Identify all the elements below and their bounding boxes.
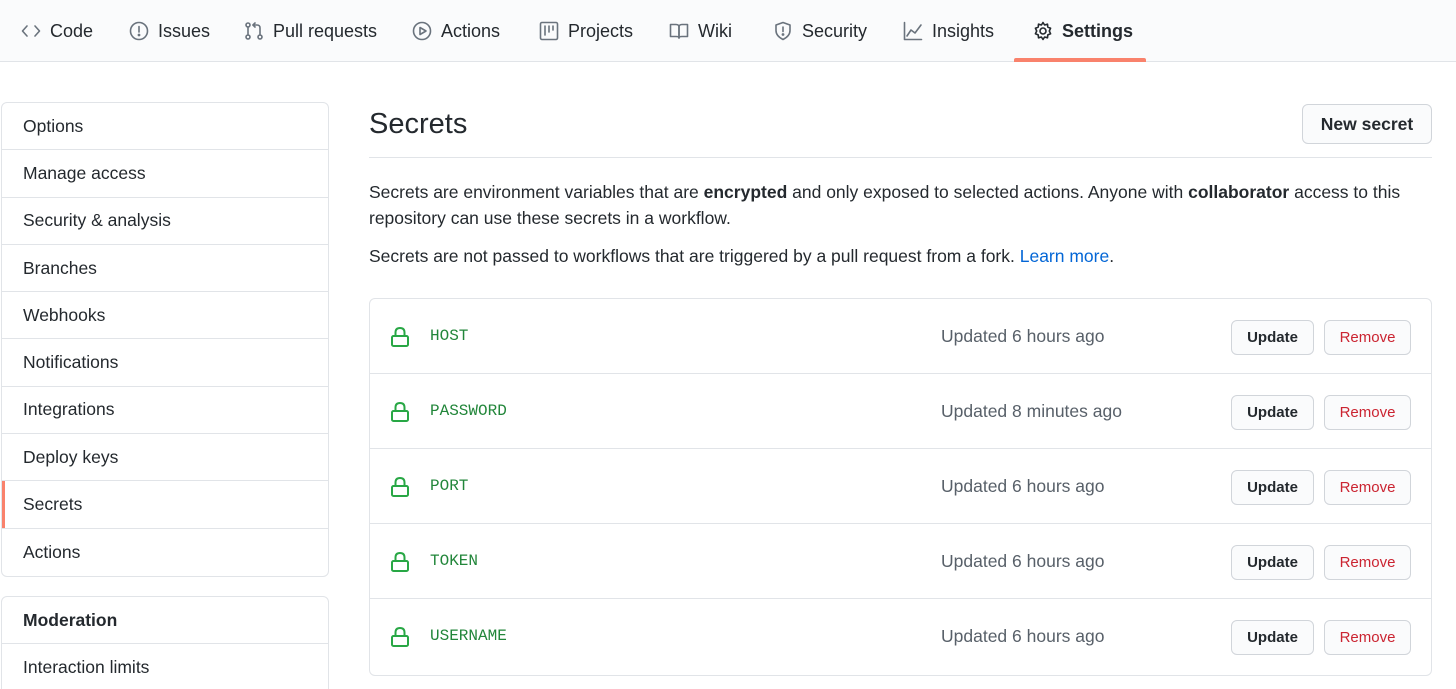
lock-icon xyxy=(390,476,410,498)
tab-wiki-label: Wiki xyxy=(698,20,732,41)
sidebar-item-secrets[interactable]: Secrets xyxy=(2,481,328,529)
tab-projects-label: Projects xyxy=(568,20,634,41)
secret-row: USERNAME Updated 6 hours ago Update Remo… xyxy=(370,599,1431,674)
moderation-heading: Moderation xyxy=(2,597,328,644)
play-icon xyxy=(412,21,432,41)
issue-opened-icon xyxy=(129,21,149,41)
tab-issues[interactable]: Issues xyxy=(129,0,210,62)
tab-security[interactable]: Security xyxy=(773,0,867,62)
lock-icon xyxy=(390,626,410,648)
tab-pull-requests[interactable]: Pull requests xyxy=(244,0,377,62)
description-emphasis-collaborator: collaborator xyxy=(1188,182,1290,202)
description-text: and only exposed to selected actions. An… xyxy=(787,182,1189,202)
secret-row: PASSWORD Updated 8 minutes ago Update Re… xyxy=(370,374,1431,449)
secret-row: PORT Updated 6 hours ago Update Remove xyxy=(370,449,1431,524)
tab-settings[interactable]: Settings xyxy=(1033,0,1133,62)
secret-name: PORT xyxy=(430,477,469,495)
fork-note-period: . xyxy=(1109,246,1115,266)
sidebar-item-label: Webhooks xyxy=(23,304,106,325)
sidebar-item-notifications[interactable]: Notifications xyxy=(2,339,328,387)
secret-updated: Updated 6 hours ago xyxy=(941,626,1105,646)
tab-pull-requests-label: Pull requests xyxy=(273,20,378,41)
secret-name: PASSWORD xyxy=(430,402,507,420)
fork-note: Secrets are not passed to workflows that… xyxy=(369,243,1429,269)
sidebar-item-branches[interactable]: Branches xyxy=(2,245,328,293)
sidebar-item-label: Options xyxy=(23,115,84,136)
description-text: Secrets are environment variables that a… xyxy=(369,182,704,202)
sidebar-item-label: Interaction limits xyxy=(23,657,150,678)
tab-actions-label: Actions xyxy=(441,20,501,41)
code-icon xyxy=(21,25,41,37)
secret-name: TOKEN xyxy=(430,552,479,570)
tab-projects[interactable]: Projects xyxy=(539,0,633,62)
sidebar-item-label: Deploy keys xyxy=(23,446,119,467)
tab-issues-label: Issues xyxy=(158,20,211,41)
tab-actions[interactable]: Actions xyxy=(412,0,500,62)
secret-row: TOKEN Updated 6 hours ago Update Remove xyxy=(370,524,1431,599)
active-tab-indicator xyxy=(1014,58,1146,62)
remove-button[interactable]: Remove xyxy=(1324,395,1411,430)
secret-updated: Updated 6 hours ago xyxy=(941,326,1105,346)
sidebar-item-label: Secrets xyxy=(23,494,83,515)
lock-icon xyxy=(390,551,410,573)
sidebar-item-label: Actions xyxy=(23,541,81,562)
graph-icon xyxy=(903,21,923,41)
repo-nav: Code Issues Pull requests Actions Projec… xyxy=(0,0,1456,62)
gear-icon xyxy=(1034,21,1052,41)
remove-button[interactable]: Remove xyxy=(1324,470,1411,505)
sidebar-item-manage-access[interactable]: Manage access xyxy=(2,150,328,198)
sidebar-item-security-analysis[interactable]: Security & analysis xyxy=(2,198,328,245)
page-title: Secrets xyxy=(369,108,468,140)
settings-menu: Options Manage access Security & analysi… xyxy=(1,102,329,577)
description-emphasis-encrypted: encrypted xyxy=(703,182,788,202)
sidebar-item-interaction-limits[interactable]: Interaction limits xyxy=(2,644,328,689)
secrets-description: Secrets are environment variables that a… xyxy=(369,179,1429,231)
tab-settings-label: Settings xyxy=(1062,20,1134,41)
update-button[interactable]: Update xyxy=(1231,545,1314,580)
sidebar-item-label: Manage access xyxy=(23,162,146,183)
sidebar-item-label: Branches xyxy=(23,257,97,278)
fork-note-text: Secrets are not passed to workflows that… xyxy=(369,246,1020,266)
lock-icon xyxy=(390,401,410,423)
sidebar-item-integrations[interactable]: Integrations xyxy=(2,387,328,435)
update-button[interactable]: Update xyxy=(1231,470,1314,505)
learn-more-link[interactable]: Learn more xyxy=(1020,246,1110,266)
lock-icon xyxy=(390,326,410,348)
shield-icon xyxy=(775,21,791,41)
tab-wiki[interactable]: Wiki xyxy=(669,0,732,62)
tab-insights[interactable]: Insights xyxy=(903,0,994,62)
update-button[interactable]: Update xyxy=(1231,620,1314,655)
book-icon xyxy=(669,23,689,39)
sidebar-item-deploy-keys[interactable]: Deploy keys xyxy=(2,434,328,482)
sidebar-item-label: Notifications xyxy=(23,352,119,373)
remove-button[interactable]: Remove xyxy=(1324,320,1411,355)
new-secret-button[interactable]: New secret xyxy=(1302,104,1432,144)
secrets-list: HOST Updated 6 hours ago Update Remove P… xyxy=(369,298,1432,676)
secret-updated: Updated 8 minutes ago xyxy=(941,401,1122,421)
git-pull-request-icon xyxy=(245,22,263,40)
sidebar-item-webhooks[interactable]: Webhooks xyxy=(2,292,328,340)
project-icon xyxy=(539,21,559,41)
update-button[interactable]: Update xyxy=(1231,395,1314,430)
tab-security-label: Security xyxy=(802,20,868,41)
secret-name: USERNAME xyxy=(430,627,507,645)
remove-button[interactable]: Remove xyxy=(1324,545,1411,580)
tab-code-label: Code xyxy=(50,20,94,41)
sidebar-item-label: Integrations xyxy=(23,399,115,420)
secret-updated: Updated 6 hours ago xyxy=(941,476,1105,496)
title-divider xyxy=(369,157,1432,158)
sidebar-item-options[interactable]: Options xyxy=(2,103,328,151)
remove-button[interactable]: Remove xyxy=(1324,620,1411,655)
tab-insights-label: Insights xyxy=(932,20,995,41)
update-button[interactable]: Update xyxy=(1231,320,1314,355)
secret-updated: Updated 6 hours ago xyxy=(941,551,1105,571)
secret-row: HOST Updated 6 hours ago Update Remove xyxy=(370,299,1431,374)
tab-code[interactable]: Code xyxy=(21,0,93,62)
sidebar-item-label: Security & analysis xyxy=(23,210,171,231)
sidebar-item-actions[interactable]: Actions xyxy=(2,529,328,576)
secret-name: HOST xyxy=(430,327,469,345)
moderation-menu: Moderation Interaction limits xyxy=(1,596,329,689)
